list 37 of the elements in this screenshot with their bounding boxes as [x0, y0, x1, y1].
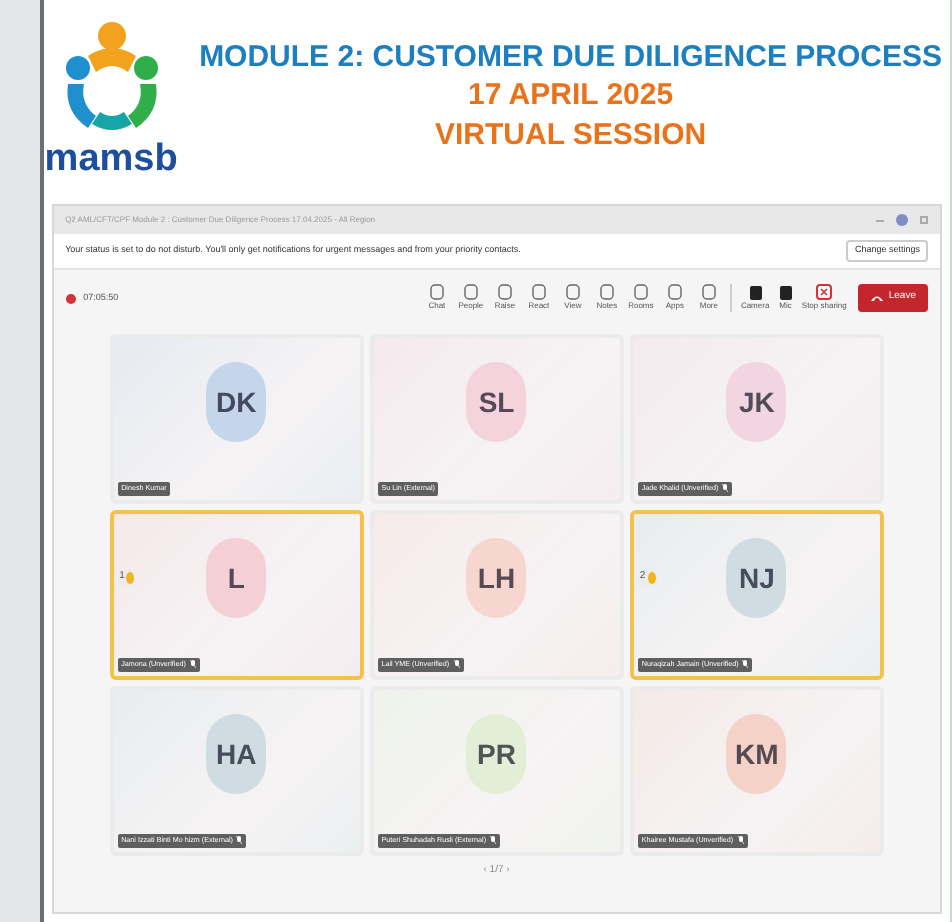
recording-icon — [65, 293, 76, 303]
avatar-initials: LH — [466, 538, 527, 618]
rounded-square-icon — [463, 284, 478, 300]
avatar-initials: PR — [466, 714, 527, 794]
rounded-square-icon — [667, 284, 682, 300]
avatar-initials: JK — [726, 362, 787, 442]
rounded-square-icon — [633, 284, 648, 300]
avatar-initials: SL — [466, 362, 527, 442]
avatar-initials: KM — [726, 714, 787, 794]
avatar-initials: DK — [206, 362, 267, 442]
mic-off-icon — [722, 484, 729, 493]
avatar-icon[interactable] — [896, 214, 908, 226]
rounded-square-icon — [497, 284, 512, 300]
phone-icon — [870, 294, 885, 302]
mic-off-icon — [453, 660, 460, 669]
rounded-square-icon — [565, 284, 580, 300]
mic-off-icon — [490, 836, 497, 845]
subheading: VIRTUAL SESSION — [434, 116, 707, 156]
brand-name: mamsb — [44, 140, 178, 178]
mic-off-icon — [737, 836, 744, 845]
date: 17 APRIL 2025 — [468, 76, 674, 116]
filled-square-icon — [749, 285, 762, 299]
rounded-square-icon — [599, 284, 614, 300]
rounded-square-icon — [701, 284, 716, 300]
minimize-icon[interactable] — [876, 219, 884, 221]
avatar-initials: HA — [206, 714, 267, 794]
mic-off-icon — [236, 836, 243, 845]
rounded-square-icon — [429, 284, 444, 300]
stop-share-icon — [816, 284, 833, 300]
filled-square-icon — [779, 285, 792, 299]
avatar-initials: NJ — [726, 538, 787, 618]
heading: MODULE 2: CUSTOMER DUE DILIGENCE PROCESS — [199, 40, 942, 76]
rounded-square-icon — [531, 284, 546, 300]
mic-off-icon — [742, 660, 749, 669]
avatar-initials: L — [206, 538, 267, 618]
close-icon[interactable] — [920, 216, 928, 224]
mic-off-icon — [189, 660, 196, 669]
